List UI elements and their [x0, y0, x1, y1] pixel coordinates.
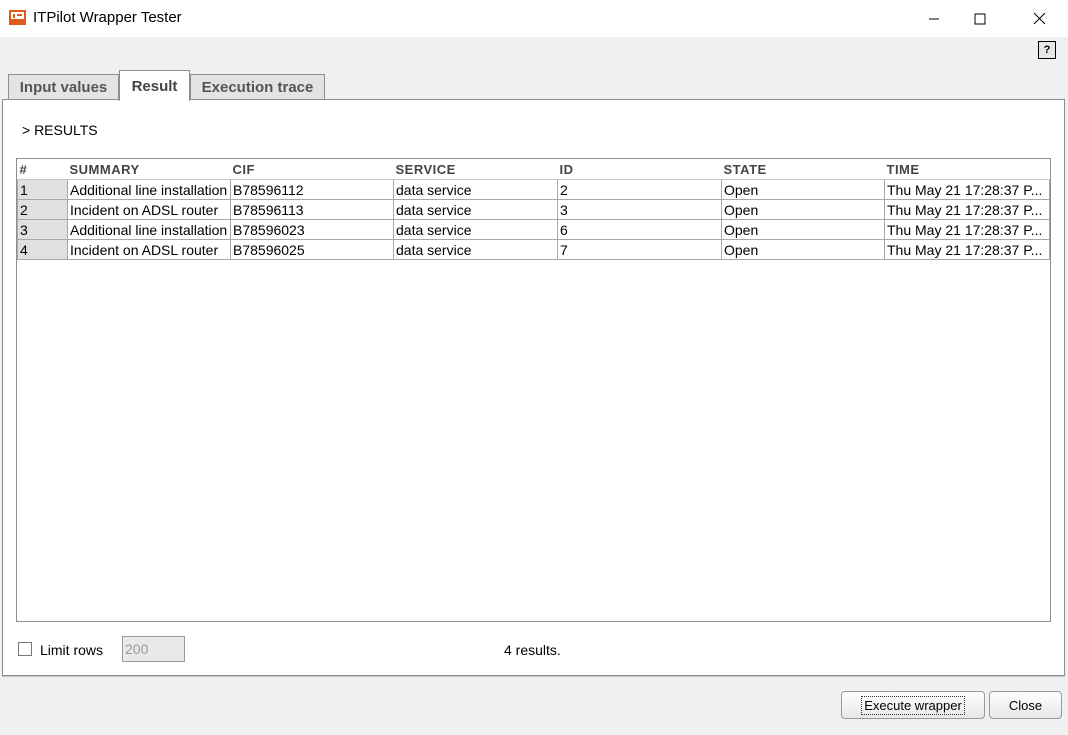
cell-id: 6: [557, 219, 722, 240]
column-header-state[interactable]: STATE: [721, 159, 885, 180]
limit-rows-input[interactable]: [122, 636, 185, 662]
window-title: ITPilot Wrapper Tester: [33, 9, 182, 26]
cell-state: Open: [721, 179, 885, 200]
column-header-time[interactable]: TIME: [884, 159, 1050, 180]
row-number: 3: [17, 219, 68, 240]
maximize-button[interactable]: [957, 0, 1003, 37]
close-button[interactable]: Close: [989, 691, 1062, 719]
minimize-icon: [929, 18, 939, 19]
table-header-row: # SUMMARY CIF SERVICE ID STATE TIME: [17, 159, 1050, 180]
close-icon: [1033, 12, 1045, 25]
cell-time: Thu May 21 17:28:37 P...: [884, 219, 1050, 240]
cell-time: Thu May 21 17:28:37 P...: [884, 199, 1050, 220]
cell-cif: B78596023: [230, 219, 394, 240]
minimize-button[interactable]: [911, 0, 957, 37]
row-number: 4: [17, 239, 68, 260]
cell-summary: Additional line installation: [67, 179, 231, 200]
tab-input-values[interactable]: Input values: [8, 74, 119, 100]
cell-id: 3: [557, 199, 722, 220]
cell-id: 7: [557, 239, 722, 260]
cell-summary: Incident on ADSL router: [67, 239, 231, 260]
divider: [2, 676, 1065, 677]
cell-state: Open: [721, 239, 885, 260]
column-header-cif[interactable]: CIF: [230, 159, 394, 180]
cell-id: 2: [557, 179, 722, 200]
cell-time: Thu May 21 17:28:37 P...: [884, 179, 1050, 200]
cell-service: data service: [393, 179, 558, 200]
results-heading: > RESULTS: [22, 122, 98, 138]
results-count: 4 results.: [504, 642, 561, 658]
cell-state: Open: [721, 219, 885, 240]
help-button[interactable]: ?: [1038, 41, 1056, 59]
cell-service: data service: [393, 219, 558, 240]
cell-cif: B78596113: [230, 199, 394, 220]
row-number: 2: [17, 199, 68, 220]
cell-state: Open: [721, 199, 885, 220]
cell-time: Thu May 21 17:28:37 P...: [884, 239, 1050, 260]
execute-wrapper-button[interactable]: Execute wrapper: [841, 691, 985, 719]
close-window-button[interactable]: [1016, 0, 1062, 37]
table-row[interactable]: 1 Additional line installation B78596112…: [17, 179, 1050, 200]
column-header-service[interactable]: SERVICE: [393, 159, 558, 180]
cell-cif: B78596025: [230, 239, 394, 260]
cell-service: data service: [393, 199, 558, 220]
tab-execution-trace[interactable]: Execution trace: [190, 74, 325, 100]
cell-service: data service: [393, 239, 558, 260]
tab-result[interactable]: Result: [119, 70, 190, 101]
cell-summary: Incident on ADSL router: [67, 199, 231, 220]
row-number: 1: [17, 179, 68, 200]
results-table: # SUMMARY CIF SERVICE ID STATE TIME 1 Ad…: [17, 159, 1050, 260]
cell-summary: Additional line installation: [67, 219, 231, 240]
column-header-number[interactable]: #: [17, 159, 68, 180]
results-table-container[interactable]: # SUMMARY CIF SERVICE ID STATE TIME 1 Ad…: [16, 158, 1051, 622]
table-row[interactable]: 4 Incident on ADSL router B78596025 data…: [17, 239, 1050, 260]
execute-wrapper-label: Execute wrapper: [861, 695, 965, 715]
limit-rows-label: Limit rows: [40, 642, 104, 658]
limit-rows-checkbox[interactable]: [18, 642, 32, 656]
table-row[interactable]: 2 Incident on ADSL router B78596113 data…: [17, 199, 1050, 220]
column-header-summary[interactable]: SUMMARY: [67, 159, 231, 180]
table-row[interactable]: 3 Additional line installation B78596023…: [17, 219, 1050, 240]
column-header-id[interactable]: ID: [557, 159, 722, 180]
cell-cif: B78596112: [230, 179, 394, 200]
title-bar: ITPilot Wrapper Tester: [0, 0, 1068, 37]
maximize-icon: [974, 13, 986, 24]
itpilot-logo-icon: [9, 10, 26, 25]
